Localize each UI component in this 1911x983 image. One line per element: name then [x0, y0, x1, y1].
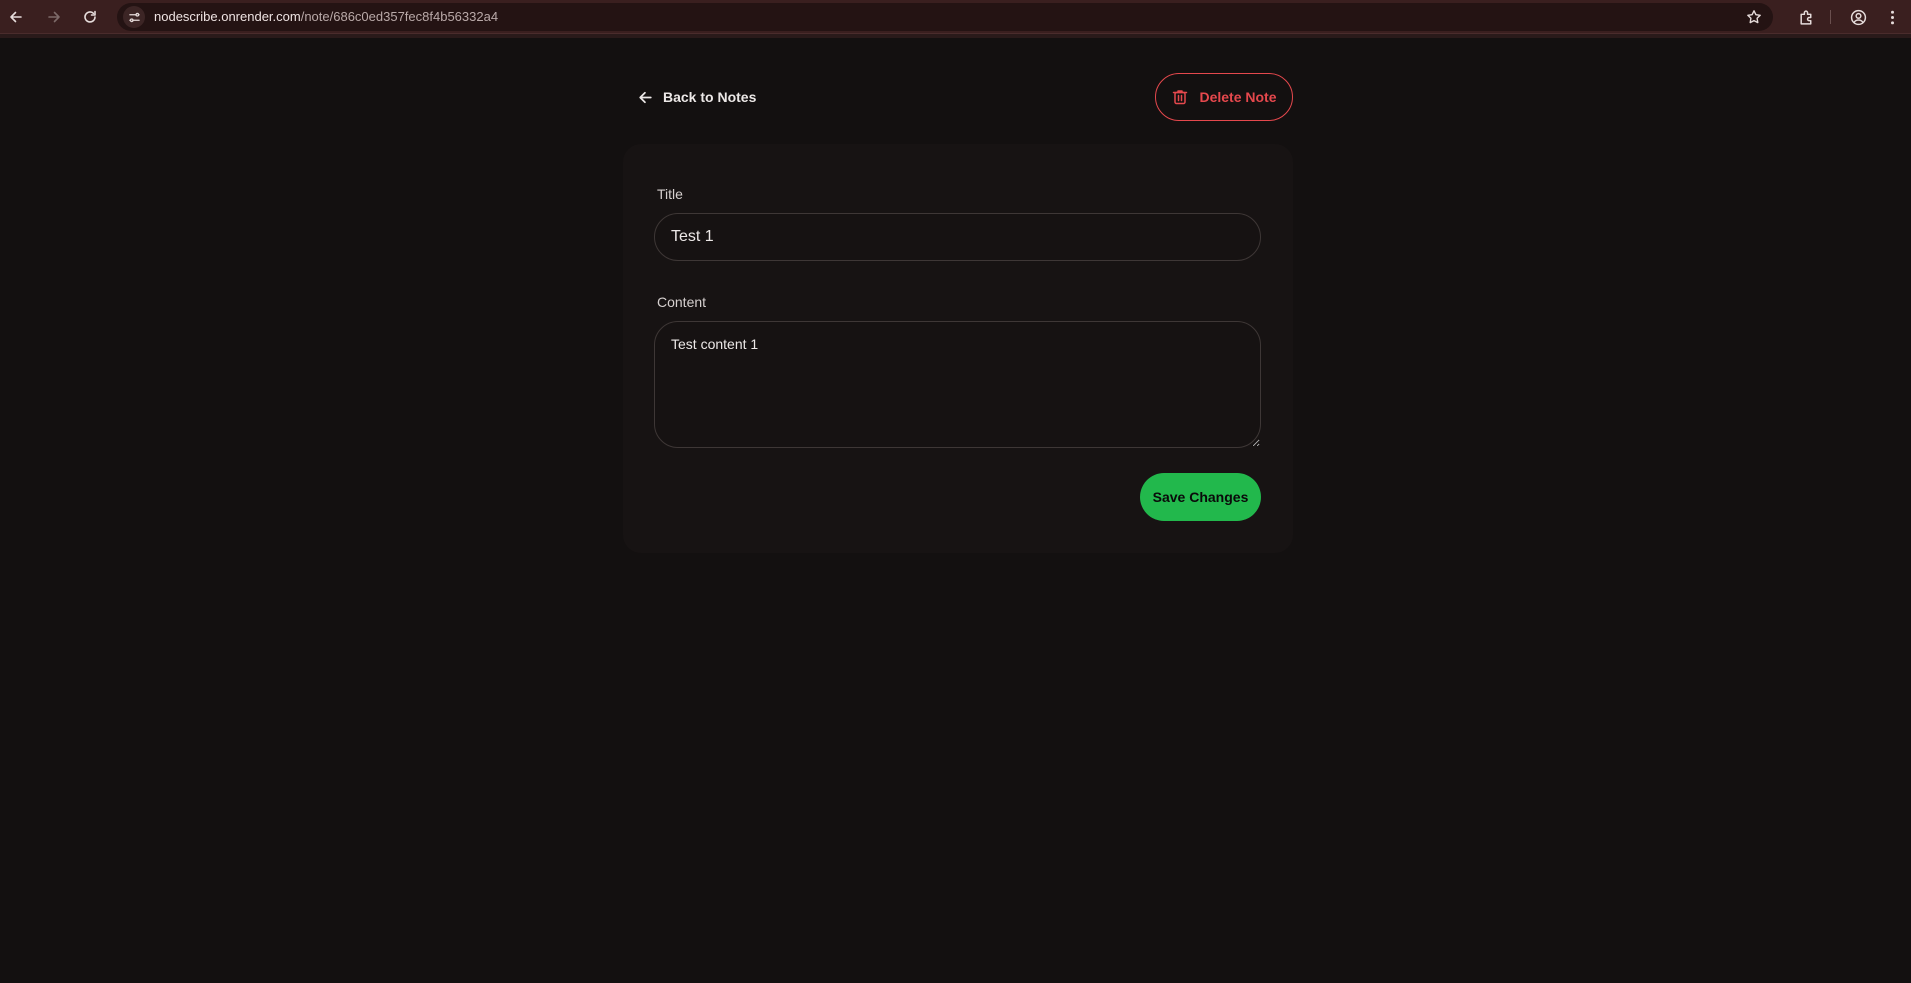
note-edit-card: Title Content Test content 1 Save Change… — [623, 144, 1293, 553]
bookmark-star-icon[interactable] — [1745, 8, 1763, 26]
save-changes-button[interactable]: Save Changes — [1140, 473, 1261, 521]
content-textarea[interactable]: Test content 1 — [654, 321, 1261, 448]
profile-icon[interactable] — [1846, 5, 1870, 29]
content-label: Content — [657, 294, 707, 310]
back-to-notes-label: Back to Notes — [663, 89, 757, 105]
delete-note-button[interactable]: Delete Note — [1155, 73, 1293, 121]
forward-arrow-icon[interactable] — [42, 5, 66, 29]
kebab-menu-icon[interactable] — [1880, 5, 1904, 29]
address-bar[interactable]: nodescribe.onrender.com/note/686c0ed357f… — [117, 3, 1773, 31]
arrow-left-icon — [639, 91, 652, 103]
trash-icon — [1173, 90, 1188, 105]
reload-icon[interactable] — [78, 5, 102, 29]
site-info-icon[interactable] — [123, 6, 145, 28]
page-load-progress — [0, 34, 1911, 38]
toolbar-divider — [1830, 10, 1831, 24]
url-text: nodescribe.onrender.com/note/686c0ed357f… — [154, 10, 498, 24]
url-path: /note/686c0ed357fec8f4b56332a4 — [300, 9, 499, 24]
back-arrow-icon[interactable] — [4, 5, 28, 29]
extensions-icon[interactable] — [1794, 5, 1818, 29]
back-to-notes-link[interactable]: Back to Notes — [637, 86, 756, 108]
url-host: nodescribe.onrender.com — [154, 9, 301, 24]
browser-toolbar: nodescribe.onrender.com/note/686c0ed357f… — [0, 0, 1911, 34]
title-input[interactable] — [654, 213, 1261, 261]
title-label: Title — [657, 186, 683, 202]
delete-note-label: Delete Note — [1199, 89, 1277, 105]
